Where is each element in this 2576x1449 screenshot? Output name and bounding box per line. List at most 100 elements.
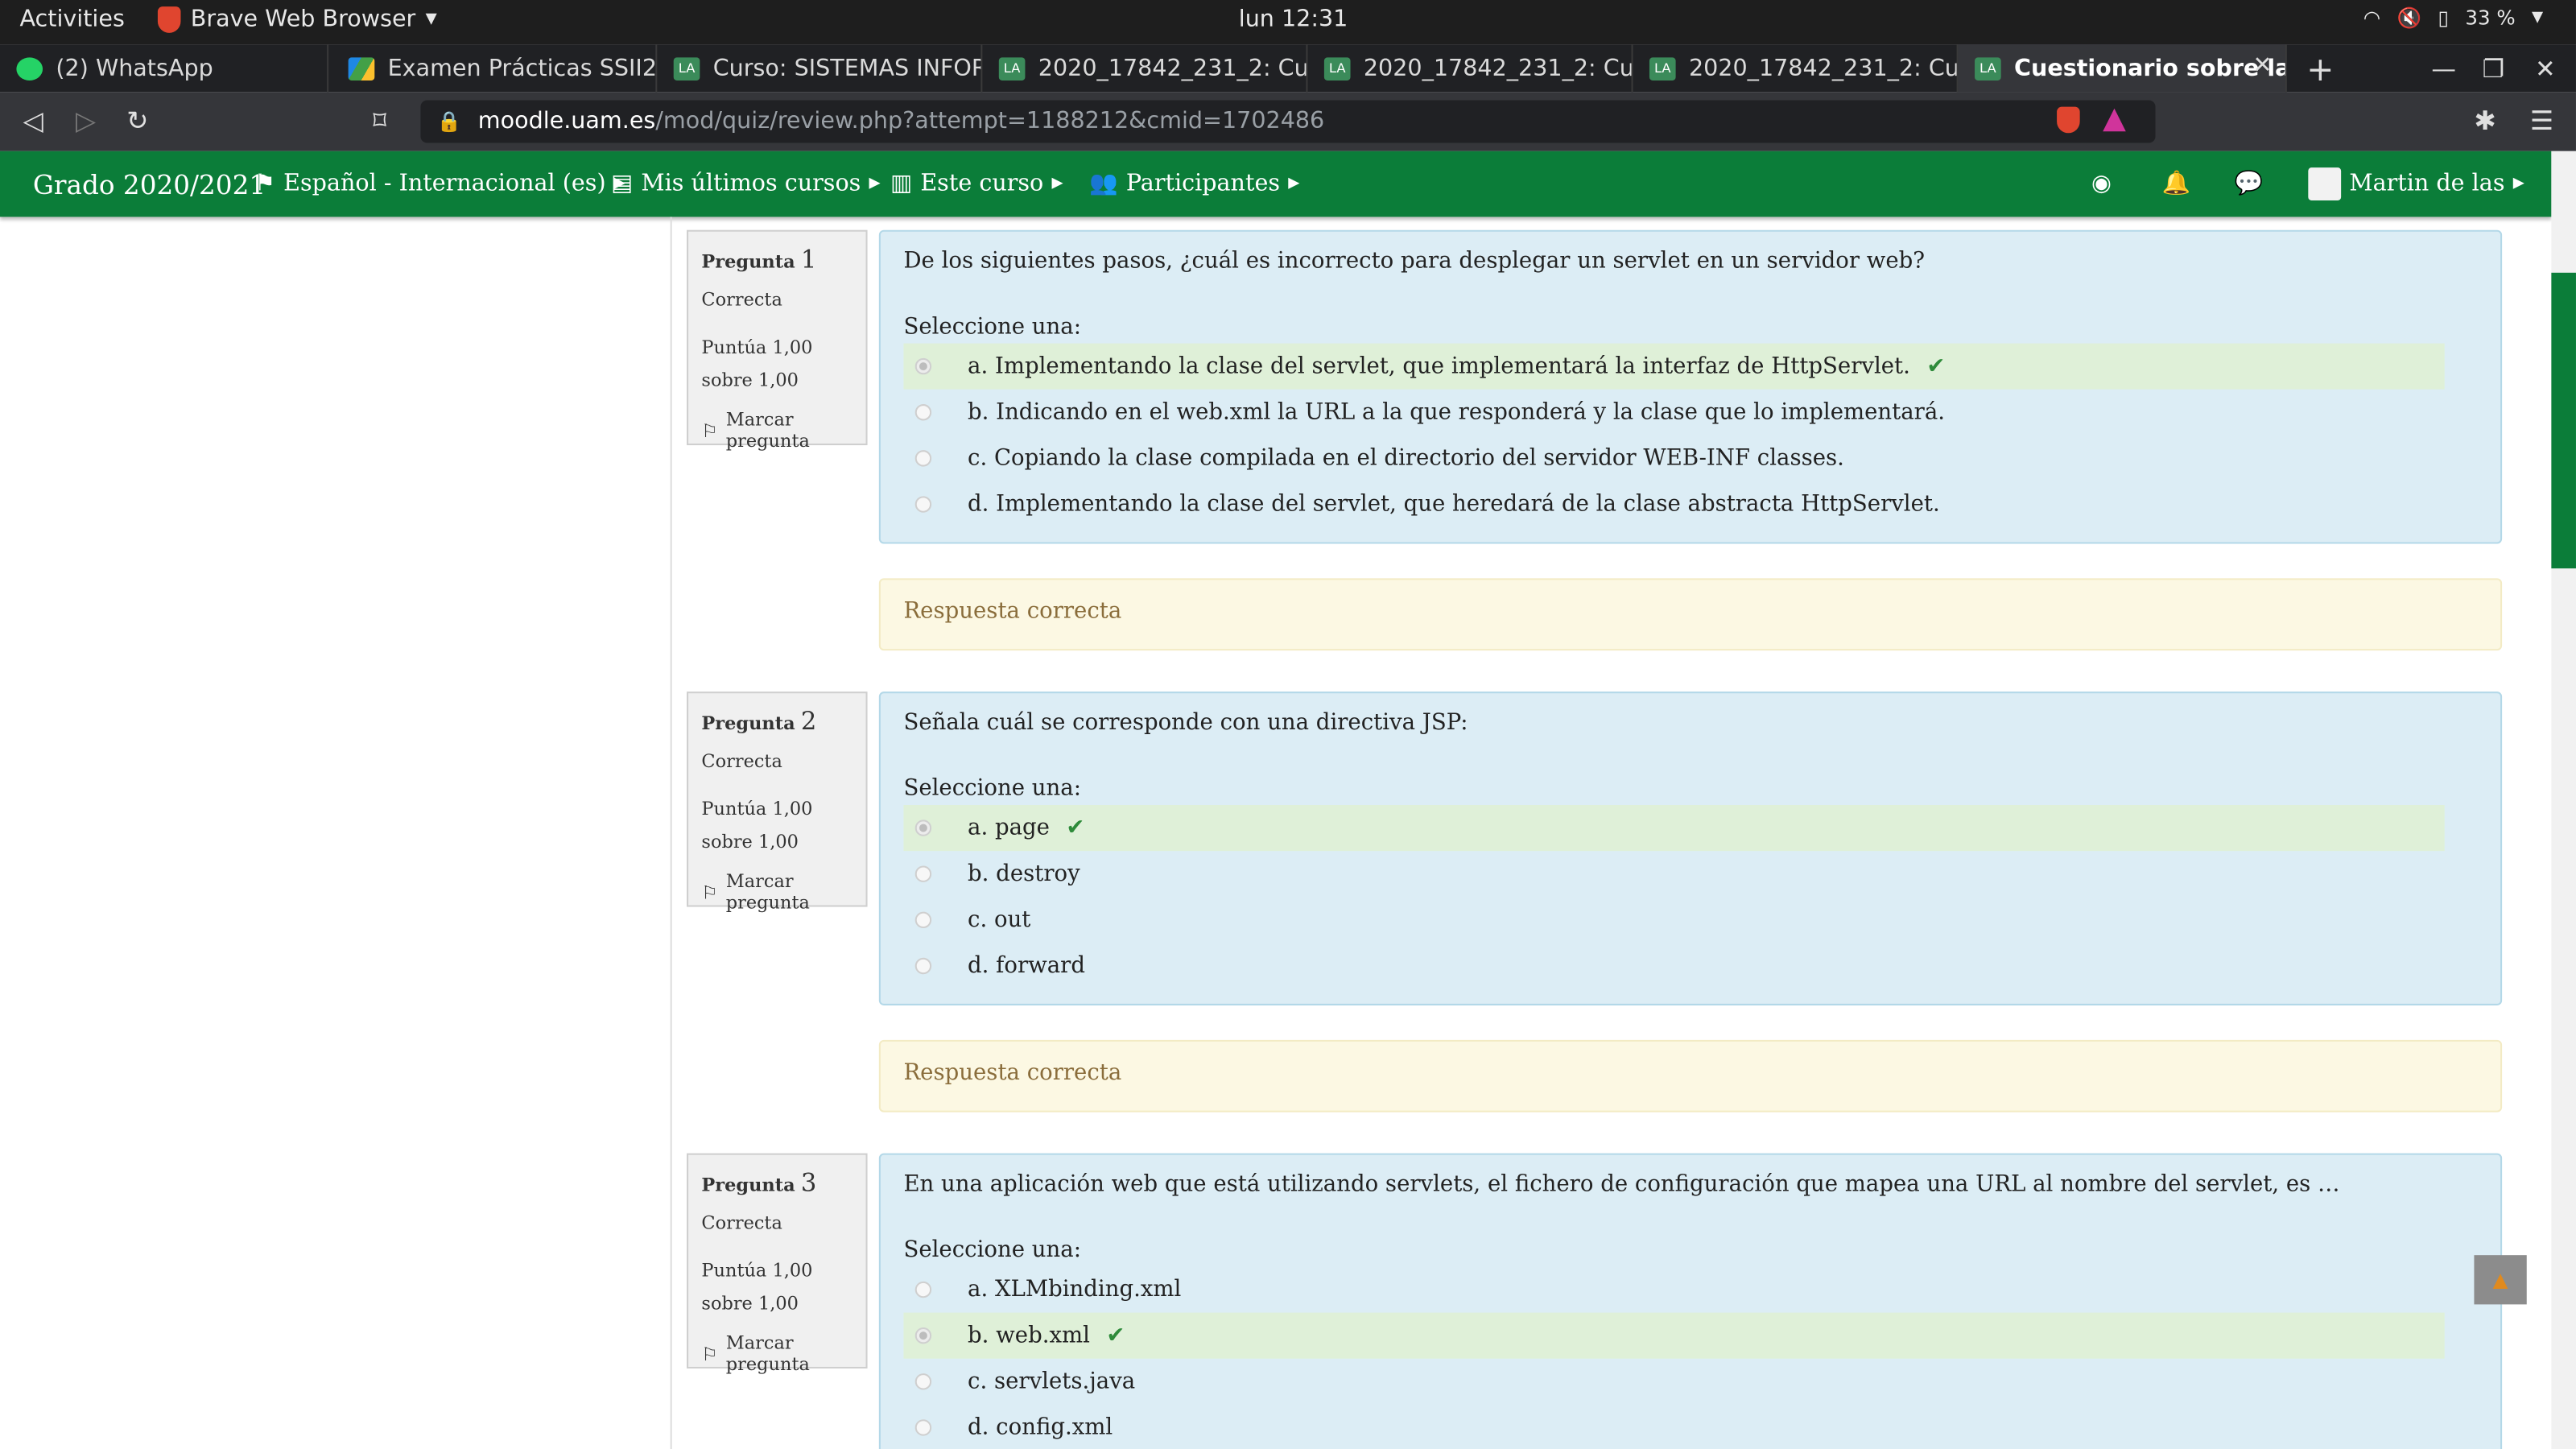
answer-feedback: Respuesta correcta [878,1039,2503,1113]
radio-button[interactable] [914,1281,932,1298]
answer-prompt: Seleccione una: [903,775,1082,802]
question-state: Correcta [701,750,782,773]
answer-option[interactable]: b. web.xml ✔ [903,1312,2445,1359]
reload-icon[interactable]: ↻ [126,105,148,137]
tab-quiz-1[interactable]: LA 2020_17842_231_2: Cue [982,44,1308,93]
radio-button[interactable] [914,957,932,975]
app-menu[interactable]: Brave Web Browser ▼ [157,6,437,33]
close-window-icon[interactable]: ✕ [2535,54,2556,84]
check-icon: ✔ [1066,815,1085,841]
tab-quiz-3[interactable]: LA 2020_17842_231_2: Cue [1633,44,1959,93]
avatar [2308,167,2342,200]
question-2: Pregunta 2 Correcta Puntúa 1,00 sobre 1,… [687,691,2503,1119]
answer-text: c. out [968,906,1031,934]
close-tab-icon[interactable]: ✕ [2252,52,2272,79]
answer-option[interactable]: d. forward [903,943,2444,989]
flag-question-link[interactable]: ⚐ Marcar pregunta [701,871,852,914]
flag-label: Marcar pregunta [725,870,810,914]
question-number-value: 2 [800,706,817,737]
radio-button[interactable] [914,1373,932,1390]
accessibility-icon[interactable]: ◉ [2091,171,2112,197]
radio-button[interactable] [914,357,932,375]
site-brand[interactable]: Grado 2020/2021 [33,169,266,200]
flag-question-link[interactable]: ⚐ Marcar pregunta [701,1332,852,1375]
lock-icon: 🔒 [436,109,462,134]
answer-option[interactable]: a. Implementando la clase del servlet, q… [903,343,2445,390]
answer-option[interactable]: c. servlets.java [903,1359,2444,1405]
back-icon[interactable]: ◁ [23,105,43,137]
bookmark-icon[interactable]: ⌑ [373,105,386,137]
answer-option[interactable]: c. out [903,897,2444,943]
answer-text: c. servlets.java [968,1368,1136,1395]
power-menu-chevron-icon: ▼ [2532,10,2544,27]
answer-option[interactable]: d. config.xml [903,1405,2444,1449]
answer-option[interactable]: a. page ✔ [903,804,2445,852]
system-top-bar: Activities Brave Web Browser ▼ lun 12:31… [0,0,2576,45]
tab-course[interactable]: LA Curso: SISTEMAS INFORI [657,44,983,93]
radio-button[interactable] [914,404,932,421]
messages-icon[interactable]: 💬 [2234,171,2263,197]
radio-button[interactable] [914,1419,932,1436]
answer-text: b. web.xml [968,1322,1090,1349]
language-menu[interactable]: ⚑ Español - Internacional (es) ▶ [254,171,625,197]
answer-text: d. config.xml [968,1414,1113,1441]
tab-title: Examen Prácticas SSII2 - [387,55,658,82]
clock[interactable]: lun 12:31 [1239,6,1348,33]
whatsapp-icon [16,56,43,80]
answer-text: c. Copiando la clase compilada en el dir… [968,445,1844,472]
question-text: En una aplicación web que está utilizand… [903,1171,2340,1198]
book-icon: ▥ [890,171,913,197]
url-host: moodle.uam.es [477,108,656,135]
radio-button[interactable] [914,819,932,836]
moodle-icon: LA [1649,56,1676,80]
answer-option[interactable]: b. Indicando en el web.xml la URL a la q… [903,390,2444,436]
tab-whatsapp[interactable]: (2) WhatsApp [0,44,329,93]
radio-button[interactable] [914,1327,932,1344]
brave-shields-icon[interactable] [2057,106,2080,134]
radio-button[interactable] [914,496,932,513]
answer-option[interactable]: c. Copiando la clase compilada en el dir… [903,436,2444,481]
radio-button[interactable] [914,911,932,929]
activities-button[interactable]: Activities [19,6,124,33]
tab-cuestionario-active[interactable]: LA Cuestionario sobre la ✕ [1958,44,2287,93]
url-path: /mod/quiz/review.php?attempt=1188212&cmi… [655,108,1325,135]
answer-text: a. page [968,815,1050,841]
question-body: Señala cuál se corresponde con una direc… [878,691,2503,1005]
radio-button[interactable] [914,450,932,467]
participants-menu[interactable]: 👥 Participantes ▶ [1089,171,1299,197]
answer-option[interactable]: a. XLMbinding.xml [903,1266,2444,1312]
forward-icon[interactable]: ▷ [76,105,96,137]
tab-quiz-2[interactable]: LA 2020_17842_231_2: Cue [1307,44,1633,93]
user-menu[interactable]: Martin de las ▶ [2308,167,2524,200]
notifications-bell-icon[interactable]: 🔔 [2162,171,2191,197]
answer-option[interactable]: d. Implementando la clase del servlet, q… [903,481,2444,527]
answer-text: a. Implementando la clase del servlet, q… [968,353,1910,380]
flag-icon: ⚐ [701,1343,718,1364]
this-course-menu[interactable]: ▥ Este curso ▶ [890,171,1063,197]
extensions-icon[interactable]: ✱ [2474,105,2496,137]
tab-drive-exam[interactable]: Examen Prácticas SSII2 - [332,44,658,93]
tab-title: 2020_17842_231_2: Cue [1688,55,1959,82]
question-text: Señala cuál se corresponde con una direc… [903,709,1468,737]
battery-icon: ▯ [2438,6,2449,30]
back-to-top-button[interactable]: ▲ [2474,1255,2527,1305]
minimize-icon[interactable]: — [2431,54,2456,84]
participants-label: Participantes [1125,171,1281,197]
system-tray[interactable]: ◠ 🔇 ▯ 33 % ▼ [2363,6,2543,30]
question-number: Pregunta 1 [701,245,852,275]
brave-rewards-icon[interactable] [2103,108,2126,132]
question-grade: Puntúa 1,00 sobre 1,00 [701,798,813,853]
radio-button[interactable] [914,865,932,882]
flag-question-link[interactable]: ⚐ Marcar pregunta [701,409,852,452]
page-scrollbar-thumb[interactable] [2551,272,2576,569]
check-icon: ✔ [1926,353,1946,380]
menu-icon[interactable]: ☰ [2530,105,2553,137]
recent-courses-label: Mis últimos cursos [641,171,861,197]
url-bar[interactable]: 🔒 moodle.uam.es /mod/quiz/review.php?att… [420,100,2156,143]
restore-icon[interactable]: ❐ [2483,54,2504,84]
answer-option[interactable]: b. destroy [903,851,2444,897]
moodle-icon: LA [1323,56,1351,80]
new-tab-icon[interactable]: + [2306,49,2334,89]
question-body: En una aplicación web que está utilizand… [878,1153,2503,1449]
recent-courses-menu[interactable]: ▤ Mis últimos cursos ▶ [611,171,880,197]
